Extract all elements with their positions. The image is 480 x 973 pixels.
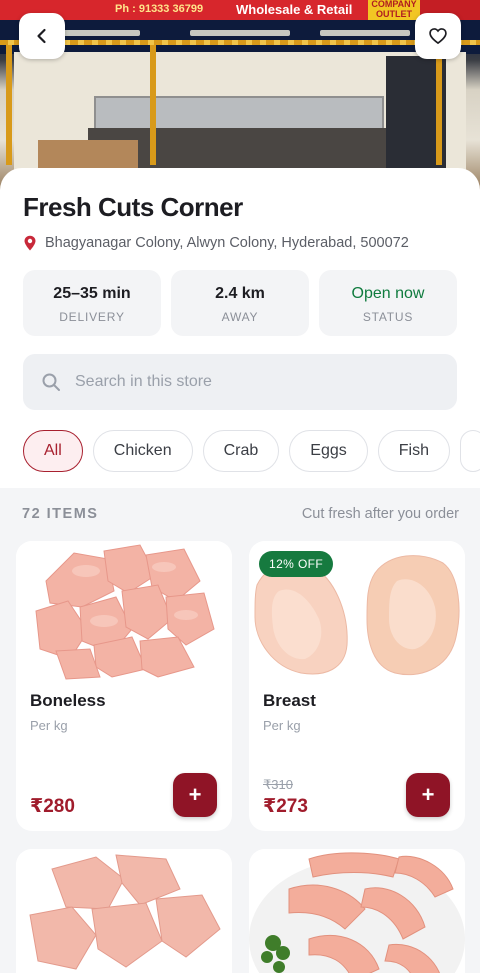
favorite-button[interactable] (415, 13, 461, 59)
store-info-card: Fresh Cuts Corner Bhagyanagar Colony, Al… (0, 168, 480, 488)
items-header: 72 ITEMS Cut fresh after you order (22, 506, 459, 522)
add-to-cart-button[interactable]: + (406, 773, 450, 817)
garland-pillar (6, 45, 12, 165)
product-name: Boneless (30, 691, 106, 710)
stat-delivery: 25–35 min DELIVERY (23, 270, 161, 336)
sign-phone-text: Ph : 91333 36799 (115, 3, 204, 15)
product-price: ₹273 (263, 796, 308, 817)
store-name: Fresh Cuts Corner (23, 192, 243, 222)
product-card[interactable] (249, 849, 465, 973)
ceiling-light (60, 30, 140, 36)
product-name: Breast (263, 691, 316, 710)
category-chip-fish[interactable]: Fish (377, 430, 450, 472)
stat-value: Open now (351, 285, 425, 302)
heart-icon (429, 28, 447, 45)
product-card-breast[interactable]: 12% OFF Breast Per kg ₹310 ₹273 + (249, 541, 465, 831)
garland-pillar (436, 45, 442, 165)
shop-glass-window (94, 96, 384, 132)
product-unit: Per kg (30, 718, 68, 733)
product-price: ₹280 (30, 796, 75, 817)
store-search-bar[interactable] (23, 354, 457, 410)
store-stats: 25–35 min DELIVERY 2.4 km AWAY Open now … (23, 270, 457, 336)
stat-label: DELIVERY (59, 310, 125, 324)
product-original-price: ₹310 (263, 777, 293, 792)
add-to-cart-button[interactable]: + (173, 773, 217, 817)
sign-outlet-line2: OUTLET (376, 9, 412, 19)
ceiling-light (190, 30, 290, 36)
discount-badge: 12% OFF (259, 551, 334, 577)
garland-pillar (150, 45, 156, 165)
product-unit: Per kg (263, 718, 301, 733)
items-count: 72 ITEMS (22, 506, 99, 522)
sign-outlet-badge: COMPANY OUTLET (368, 0, 420, 20)
stat-value: 2.4 km (215, 285, 265, 302)
store-signboard: Ph : 91333 36799 Wholesale & Retail COMP… (0, 0, 480, 20)
product-card[interactable] (16, 849, 232, 973)
chevron-left-icon (37, 28, 46, 44)
category-chip-all[interactable]: All (23, 430, 83, 472)
category-chip-chicken[interactable]: Chicken (92, 430, 193, 472)
ceiling-light (320, 30, 410, 36)
stat-label: STATUS (362, 310, 414, 324)
category-chips: All Chicken Crab Eggs Fish (23, 430, 480, 472)
store-address: Bhagyanagar Colony, Alwyn Colony, Hydera… (23, 235, 409, 251)
stat-label: AWAY (221, 310, 259, 324)
stat-status: Open now STATUS (319, 270, 457, 336)
product-image (16, 849, 232, 973)
search-icon (42, 373, 60, 391)
stat-distance: 2.4 km AWAY (171, 270, 309, 336)
product-image-boneless (16, 541, 232, 681)
back-button[interactable] (19, 13, 65, 59)
category-chip-crab[interactable]: Crab (202, 430, 280, 472)
product-image (249, 849, 465, 973)
category-chip-more[interactable] (459, 430, 480, 472)
awning (0, 20, 480, 54)
category-chip-eggs[interactable]: Eggs (289, 430, 368, 472)
items-note: Cut fresh after you order (301, 506, 459, 522)
address-text: Bhagyanagar Colony, Alwyn Colony, Hydera… (45, 235, 409, 251)
sign-outlet-line1: COMPANY (371, 0, 417, 9)
product-card-boneless[interactable]: Boneless Per kg ₹280 + (16, 541, 232, 831)
location-pin-icon (24, 235, 36, 251)
flower-garland (0, 40, 480, 45)
search-input[interactable] (75, 373, 415, 391)
stat-value: 25–35 min (53, 285, 131, 302)
sign-retail-text: Wholesale & Retail (236, 2, 353, 17)
